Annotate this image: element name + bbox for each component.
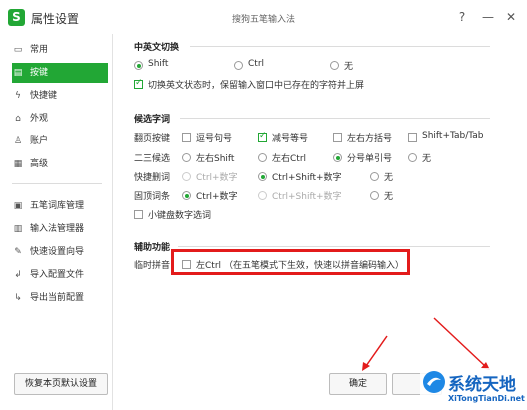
arrow-line-watermark xyxy=(433,317,486,367)
watermark: 系统天地 XiTongTianDi.net xyxy=(420,368,527,410)
arrow-head-ok xyxy=(362,362,370,371)
watermark-url: XiTongTianDi.net xyxy=(448,394,525,403)
watermark-text: 系统天地 xyxy=(448,375,516,395)
arrow-line-ok xyxy=(365,335,388,367)
annotation-arrows xyxy=(362,317,490,371)
watermark-logo-icon xyxy=(423,371,445,393)
